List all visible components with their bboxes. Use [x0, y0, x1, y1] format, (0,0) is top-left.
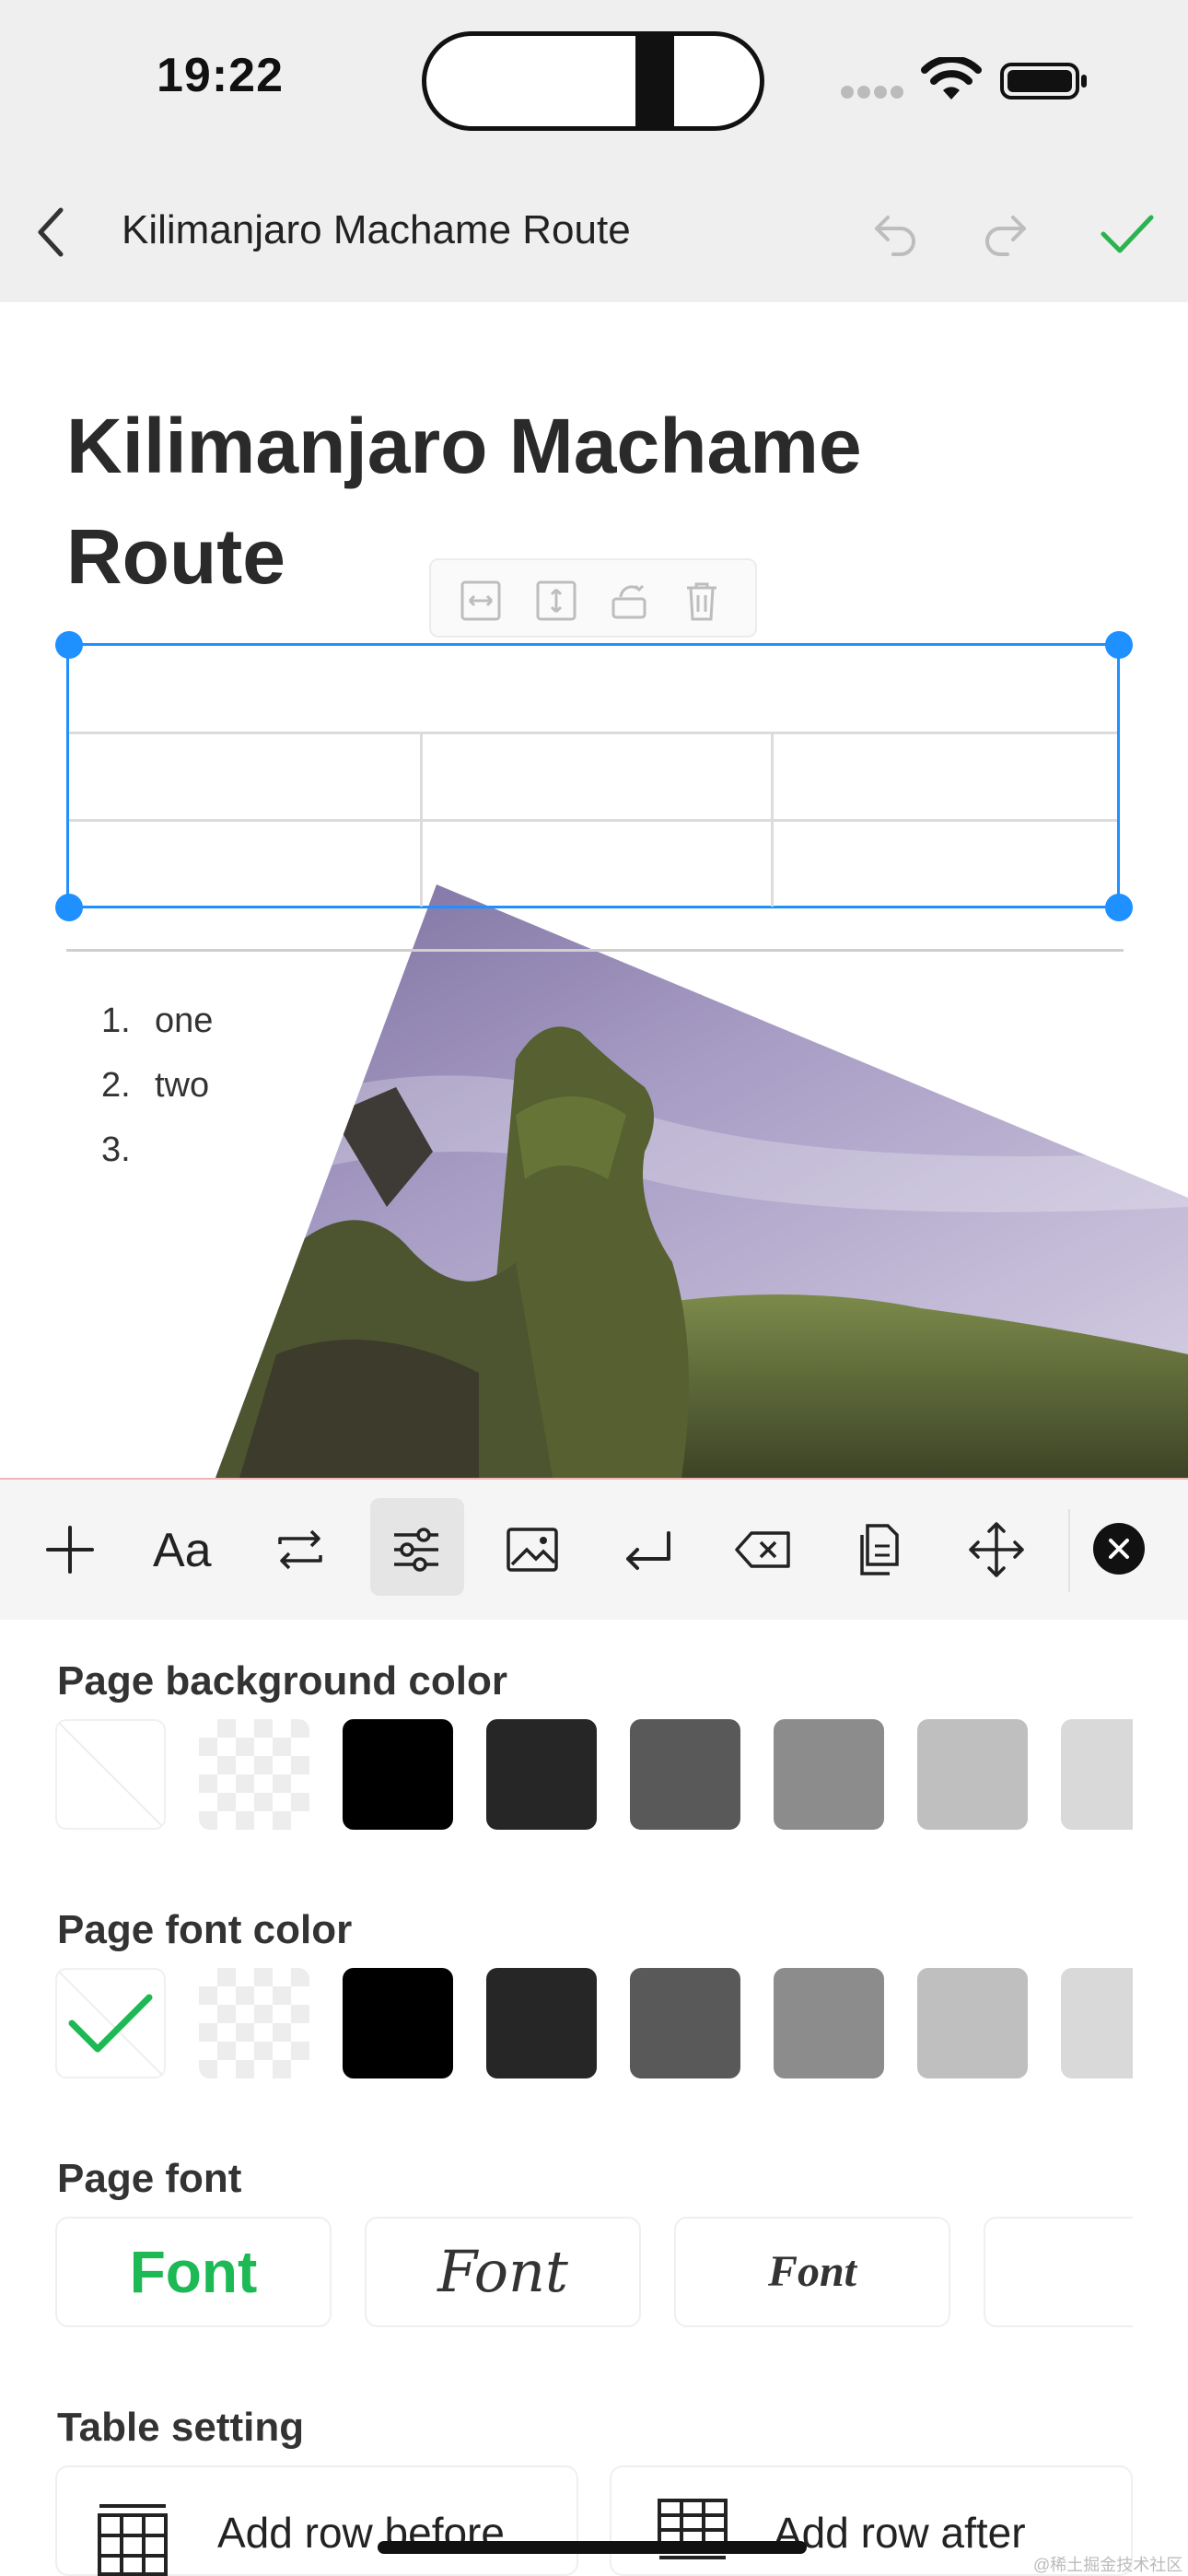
resize-handle-tr[interactable] [1105, 631, 1133, 659]
rotate-icon[interactable] [608, 579, 652, 623]
list-item[interactable]: 2. two [101, 1058, 213, 1122]
fit-width-icon[interactable] [459, 579, 503, 623]
status-time: 19:22 [157, 49, 284, 102]
nav-title: Kilimanjaro Machame Route [122, 207, 631, 252]
section-label-font-color: Page font color [57, 1907, 353, 1952]
swatch-mid-gray[interactable] [774, 1968, 884, 2078]
fit-height-icon[interactable] [534, 579, 578, 623]
swatch-light-gray[interactable] [917, 1968, 1028, 2078]
list-text: two [155, 1066, 210, 1105]
wifi-icon [921, 57, 982, 100]
font-option-handwriting[interactable]: Font [365, 2217, 641, 2327]
home-indicator[interactable] [378, 2541, 807, 2554]
add-row-after-label: Add row after [774, 2509, 1026, 2557]
resize-handle-br[interactable] [1105, 894, 1133, 921]
add-icon[interactable] [37, 1516, 103, 1583]
swatch-dark-gray[interactable] [486, 1719, 597, 1830]
selected-table[interactable] [66, 643, 1120, 908]
swatch-lighter-gray[interactable] [1061, 1968, 1133, 2078]
table-col-divider [420, 732, 423, 907]
horizontal-rule [66, 949, 1124, 952]
table-toolbar [429, 558, 757, 638]
section-label-bg-color: Page background color [57, 1658, 507, 1704]
check-icon [68, 1994, 153, 2053]
swatch-transparent[interactable] [199, 1719, 309, 1830]
swatch-gray[interactable] [630, 1719, 740, 1830]
table-row-divider [69, 819, 1117, 822]
done-check-button[interactable] [1098, 208, 1157, 260]
table-col-divider [771, 732, 774, 907]
list-number: 2. [101, 1066, 131, 1105]
swatch-clip [1061, 1719, 1133, 1830]
image-icon[interactable] [499, 1516, 565, 1583]
resize-handle-bl[interactable] [55, 894, 83, 921]
undo-button[interactable] [869, 210, 921, 262]
font-clip: Fo [984, 2217, 1133, 2327]
font-option-brush[interactable]: Font [674, 2217, 950, 2327]
swatch-black[interactable] [343, 1719, 453, 1830]
list-text: one [155, 1001, 214, 1040]
add-row-before-button[interactable]: Add row before [55, 2465, 578, 2576]
move-icon[interactable] [963, 1516, 1030, 1583]
swatch-transparent[interactable] [199, 1968, 309, 2078]
table-row-divider [69, 732, 1117, 734]
dynamic-island [422, 31, 764, 131]
section-label-table-setting: Table setting [57, 2405, 305, 2450]
swatch-light-gray[interactable] [917, 1719, 1028, 1830]
swatch-default-selected[interactable] [55, 1968, 166, 2078]
swatch-mid-gray[interactable] [774, 1719, 884, 1830]
list-number: 1. [101, 1001, 131, 1040]
settings-sliders-icon[interactable] [383, 1516, 449, 1583]
backspace-icon[interactable] [731, 1516, 798, 1583]
dynamic-island-divider [635, 31, 674, 131]
section-label-page-font: Page font [57, 2156, 242, 2201]
list-number: 3. [101, 1130, 131, 1169]
copy-document-icon[interactable] [847, 1516, 914, 1583]
line-break-icon[interactable] [615, 1516, 681, 1583]
swatch-dark-gray[interactable] [486, 1968, 597, 2078]
font-option-script[interactable]: Fo [984, 2217, 1133, 2327]
table-insert-below-icon [658, 2499, 728, 2559]
swatch-none[interactable] [55, 1719, 166, 1830]
text-style-icon[interactable]: Aa [151, 1516, 217, 1583]
ordered-list[interactable]: 1. one 2. two 3. [101, 993, 213, 1187]
list-item[interactable]: 1. one [101, 993, 213, 1058]
battery-icon [1000, 63, 1087, 100]
redo-button[interactable] [980, 210, 1031, 262]
swatch-clip [1061, 1968, 1133, 2078]
convert-icon[interactable] [267, 1516, 333, 1583]
list-item[interactable]: 3. [101, 1122, 213, 1187]
toolbar-separator [1068, 1509, 1070, 1592]
delete-icon[interactable] [680, 579, 724, 623]
swatch-black[interactable] [343, 1968, 453, 2078]
swatch-gray[interactable] [630, 1968, 740, 2078]
font-option-default[interactable]: Font [55, 2217, 332, 2327]
signal-icon [841, 86, 903, 99]
back-button[interactable] [33, 205, 70, 260]
svg-text:Aa: Aa [153, 1524, 212, 1577]
format-toolbar: Aa [0, 1480, 1188, 1620]
close-icon[interactable] [1087, 1516, 1151, 1581]
swatch-lighter-gray[interactable] [1061, 1719, 1133, 1830]
watermark: @稀土掘金技术社区 [1033, 2556, 1183, 2574]
table-insert-above-icon [98, 2504, 168, 2576]
resize-handle-tl[interactable] [55, 631, 83, 659]
